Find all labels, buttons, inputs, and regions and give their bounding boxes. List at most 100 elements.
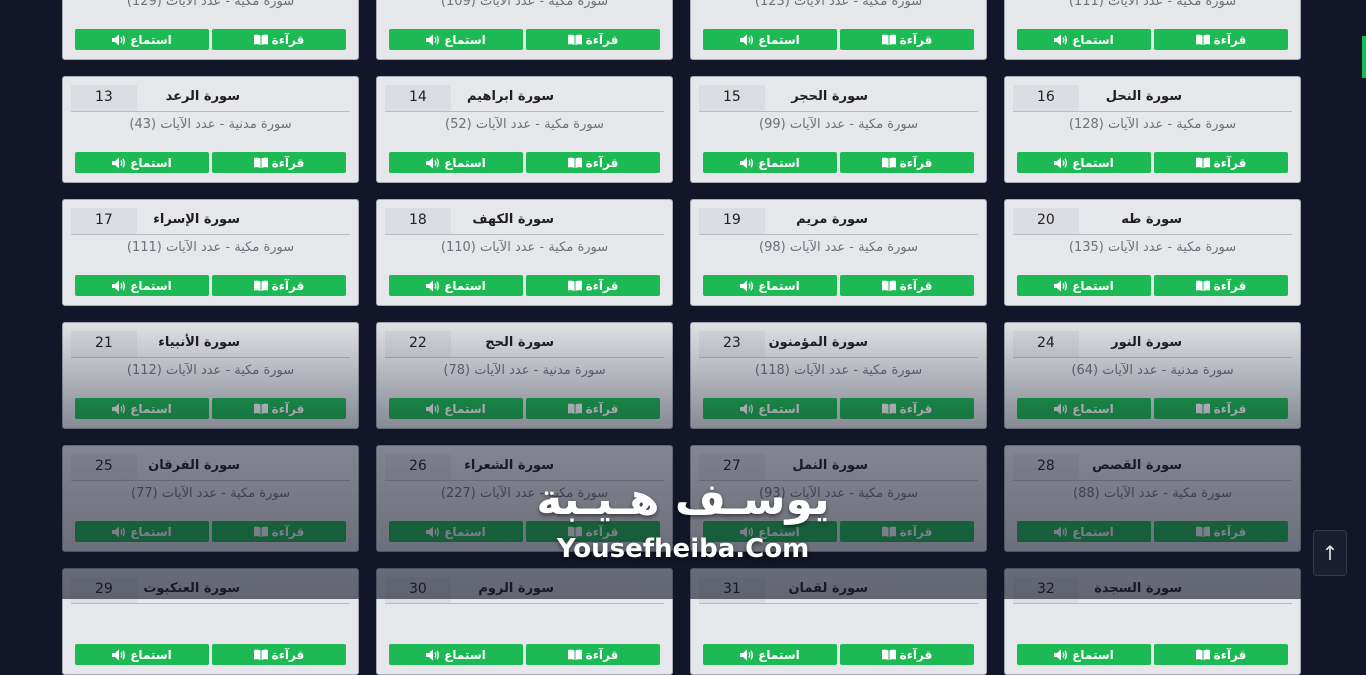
- book-open-icon: [567, 649, 582, 660]
- listen-button[interactable]: استماع: [703, 275, 837, 296]
- surah-info: سورة مدنية - عدد الآيات (43): [129, 117, 292, 132]
- read-button[interactable]: قرآءة: [526, 152, 660, 173]
- read-label: قرآءة: [271, 32, 305, 47]
- surah-info: سورة مكية - عدد الآيات (99): [759, 117, 918, 132]
- listen-label: استماع: [1072, 155, 1114, 170]
- surah-number: 20: [1013, 208, 1079, 234]
- listen-label: استماع: [1072, 278, 1114, 293]
- read-button[interactable]: قرآءة: [840, 29, 974, 50]
- listen-button[interactable]: استماع: [1017, 275, 1151, 296]
- book-open-icon: [1195, 34, 1210, 45]
- surah-number: 30: [385, 577, 451, 603]
- read-button[interactable]: قرآءة: [1154, 398, 1288, 419]
- surah-info: سورة مدنية - عدد الآيات (78): [443, 363, 606, 378]
- listen-button[interactable]: استماع: [75, 152, 209, 173]
- surah-number: 22: [385, 331, 451, 357]
- read-label: قرآءة: [585, 401, 619, 416]
- surah-card-header: 19 سورة مريم: [699, 208, 978, 235]
- surah-name: سورة النور: [1111, 335, 1182, 350]
- listen-button[interactable]: استماع: [703, 644, 837, 665]
- speaker-icon: [426, 649, 440, 661]
- book-open-icon: [567, 403, 582, 414]
- surah-name: سورة السجدة: [1094, 581, 1182, 596]
- read-button[interactable]: قرآءة: [1154, 152, 1288, 173]
- surah-card-header: 20 سورة طه: [1013, 208, 1292, 235]
- read-button[interactable]: قرآءة: [526, 644, 660, 665]
- listen-button[interactable]: استماع: [75, 398, 209, 419]
- listen-button[interactable]: استماع: [703, 152, 837, 173]
- listen-label: استماع: [758, 278, 800, 293]
- surah-card-header: 31 سورة لقمان: [699, 577, 978, 604]
- surah-name: سورة طه: [1121, 212, 1182, 227]
- listen-button[interactable]: استماع: [75, 29, 209, 50]
- surah-info: سورة مكية - عدد الآيات (112): [126, 363, 295, 378]
- read-button[interactable]: قرآءة: [212, 29, 346, 50]
- read-button[interactable]: قرآءة: [840, 398, 974, 419]
- listen-button[interactable]: استماع: [703, 398, 837, 419]
- speaker-icon: [1054, 157, 1068, 169]
- read-label: قرآءة: [899, 401, 933, 416]
- read-button[interactable]: قرآءة: [212, 275, 346, 296]
- surah-info: سورة مكية - عدد الآيات (123): [754, 0, 923, 9]
- read-button[interactable]: قرآءة: [212, 152, 346, 173]
- read-button[interactable]: قرآءة: [526, 29, 660, 50]
- listen-label: استماع: [444, 647, 486, 662]
- surah-card-header: 18 سورة الكهف: [385, 208, 664, 235]
- read-button[interactable]: قرآءة: [1154, 29, 1288, 50]
- read-label: قرآءة: [271, 278, 305, 293]
- surah-number: 29: [71, 577, 137, 603]
- surah-info: سورة مكية - عدد الآيات (135): [1068, 240, 1237, 255]
- speaker-icon: [740, 34, 754, 46]
- surah-card: سورة مكية - عدد الآيات (109) استماع قرآءة: [376, 0, 673, 60]
- read-button[interactable]: قرآءة: [526, 398, 660, 419]
- surah-card: 32 سورة السجدة استماع قرآءة: [1004, 568, 1301, 675]
- read-button[interactable]: قرآءة: [212, 398, 346, 419]
- listen-button[interactable]: استماع: [389, 29, 523, 50]
- surah-number: 23: [699, 331, 765, 357]
- surah-card: 13 سورة الرعد سورة مدنية - عدد الآيات (43)…: [62, 76, 359, 183]
- read-button[interactable]: قرآءة: [840, 152, 974, 173]
- speaker-icon: [112, 649, 126, 661]
- surah-name: سورة ابراهيم: [466, 89, 554, 104]
- listen-button[interactable]: استماع: [75, 644, 209, 665]
- read-button[interactable]: قرآءة: [1154, 275, 1288, 296]
- read-label: قرآءة: [585, 647, 619, 662]
- surah-name: سورة الكهف: [472, 212, 554, 227]
- read-button[interactable]: قرآءة: [1154, 644, 1288, 665]
- surah-card: 31 سورة لقمان استماع قرآءة: [690, 568, 987, 675]
- scroll-to-top-button[interactable]: ↑: [1313, 530, 1347, 576]
- surah-info: سورة مكية - عدد الآيات (129): [126, 0, 295, 9]
- surah-name: سورة الحجر: [791, 89, 868, 104]
- read-button[interactable]: قرآءة: [840, 644, 974, 665]
- listen-button[interactable]: استماع: [1017, 398, 1151, 419]
- listen-button[interactable]: استماع: [75, 275, 209, 296]
- listen-button[interactable]: استماع: [389, 275, 523, 296]
- listen-button[interactable]: استماع: [389, 644, 523, 665]
- surah-card: سورة مكية - عدد الآيات (129) استماع قرآءة: [62, 0, 359, 60]
- surah-name: سورة الرعد: [165, 89, 240, 104]
- speaker-icon: [740, 280, 754, 292]
- read-button[interactable]: قرآءة: [840, 275, 974, 296]
- read-label: قرآءة: [899, 155, 933, 170]
- read-button[interactable]: قرآءة: [212, 644, 346, 665]
- surah-grid: سورة مكية - عدد الآيات (129) استماع قرآءة س…: [62, 0, 1301, 675]
- listen-button[interactable]: استماع: [389, 152, 523, 173]
- surah-card: 20 سورة طه سورة مكية - عدد الآيات (135) است…: [1004, 199, 1301, 306]
- listen-label: استماع: [1072, 32, 1114, 47]
- listen-button[interactable]: استماع: [1017, 29, 1151, 50]
- surah-card: 18 سورة الكهف سورة مكية - عدد الآيات (110)…: [376, 199, 673, 306]
- listen-button[interactable]: استماع: [1017, 644, 1151, 665]
- read-button[interactable]: قرآءة: [526, 275, 660, 296]
- listen-label: استماع: [130, 647, 172, 662]
- listen-button[interactable]: استماع: [1017, 152, 1151, 173]
- listen-button[interactable]: استماع: [703, 29, 837, 50]
- surah-info: سورة مكية - عدد الآيات (111): [1068, 0, 1237, 9]
- surah-card: 15 سورة الحجر سورة مكية - عدد الآيات (99) ا…: [690, 76, 987, 183]
- read-label: قرآءة: [585, 155, 619, 170]
- listen-button[interactable]: استماع: [389, 398, 523, 419]
- speaker-icon: [1054, 280, 1068, 292]
- surah-number: 17: [71, 208, 137, 234]
- surah-info: سورة مكية - عدد الآيات (109): [440, 0, 609, 9]
- surah-number: 16: [1013, 85, 1079, 111]
- surah-name: سورة الإسراء: [153, 212, 240, 227]
